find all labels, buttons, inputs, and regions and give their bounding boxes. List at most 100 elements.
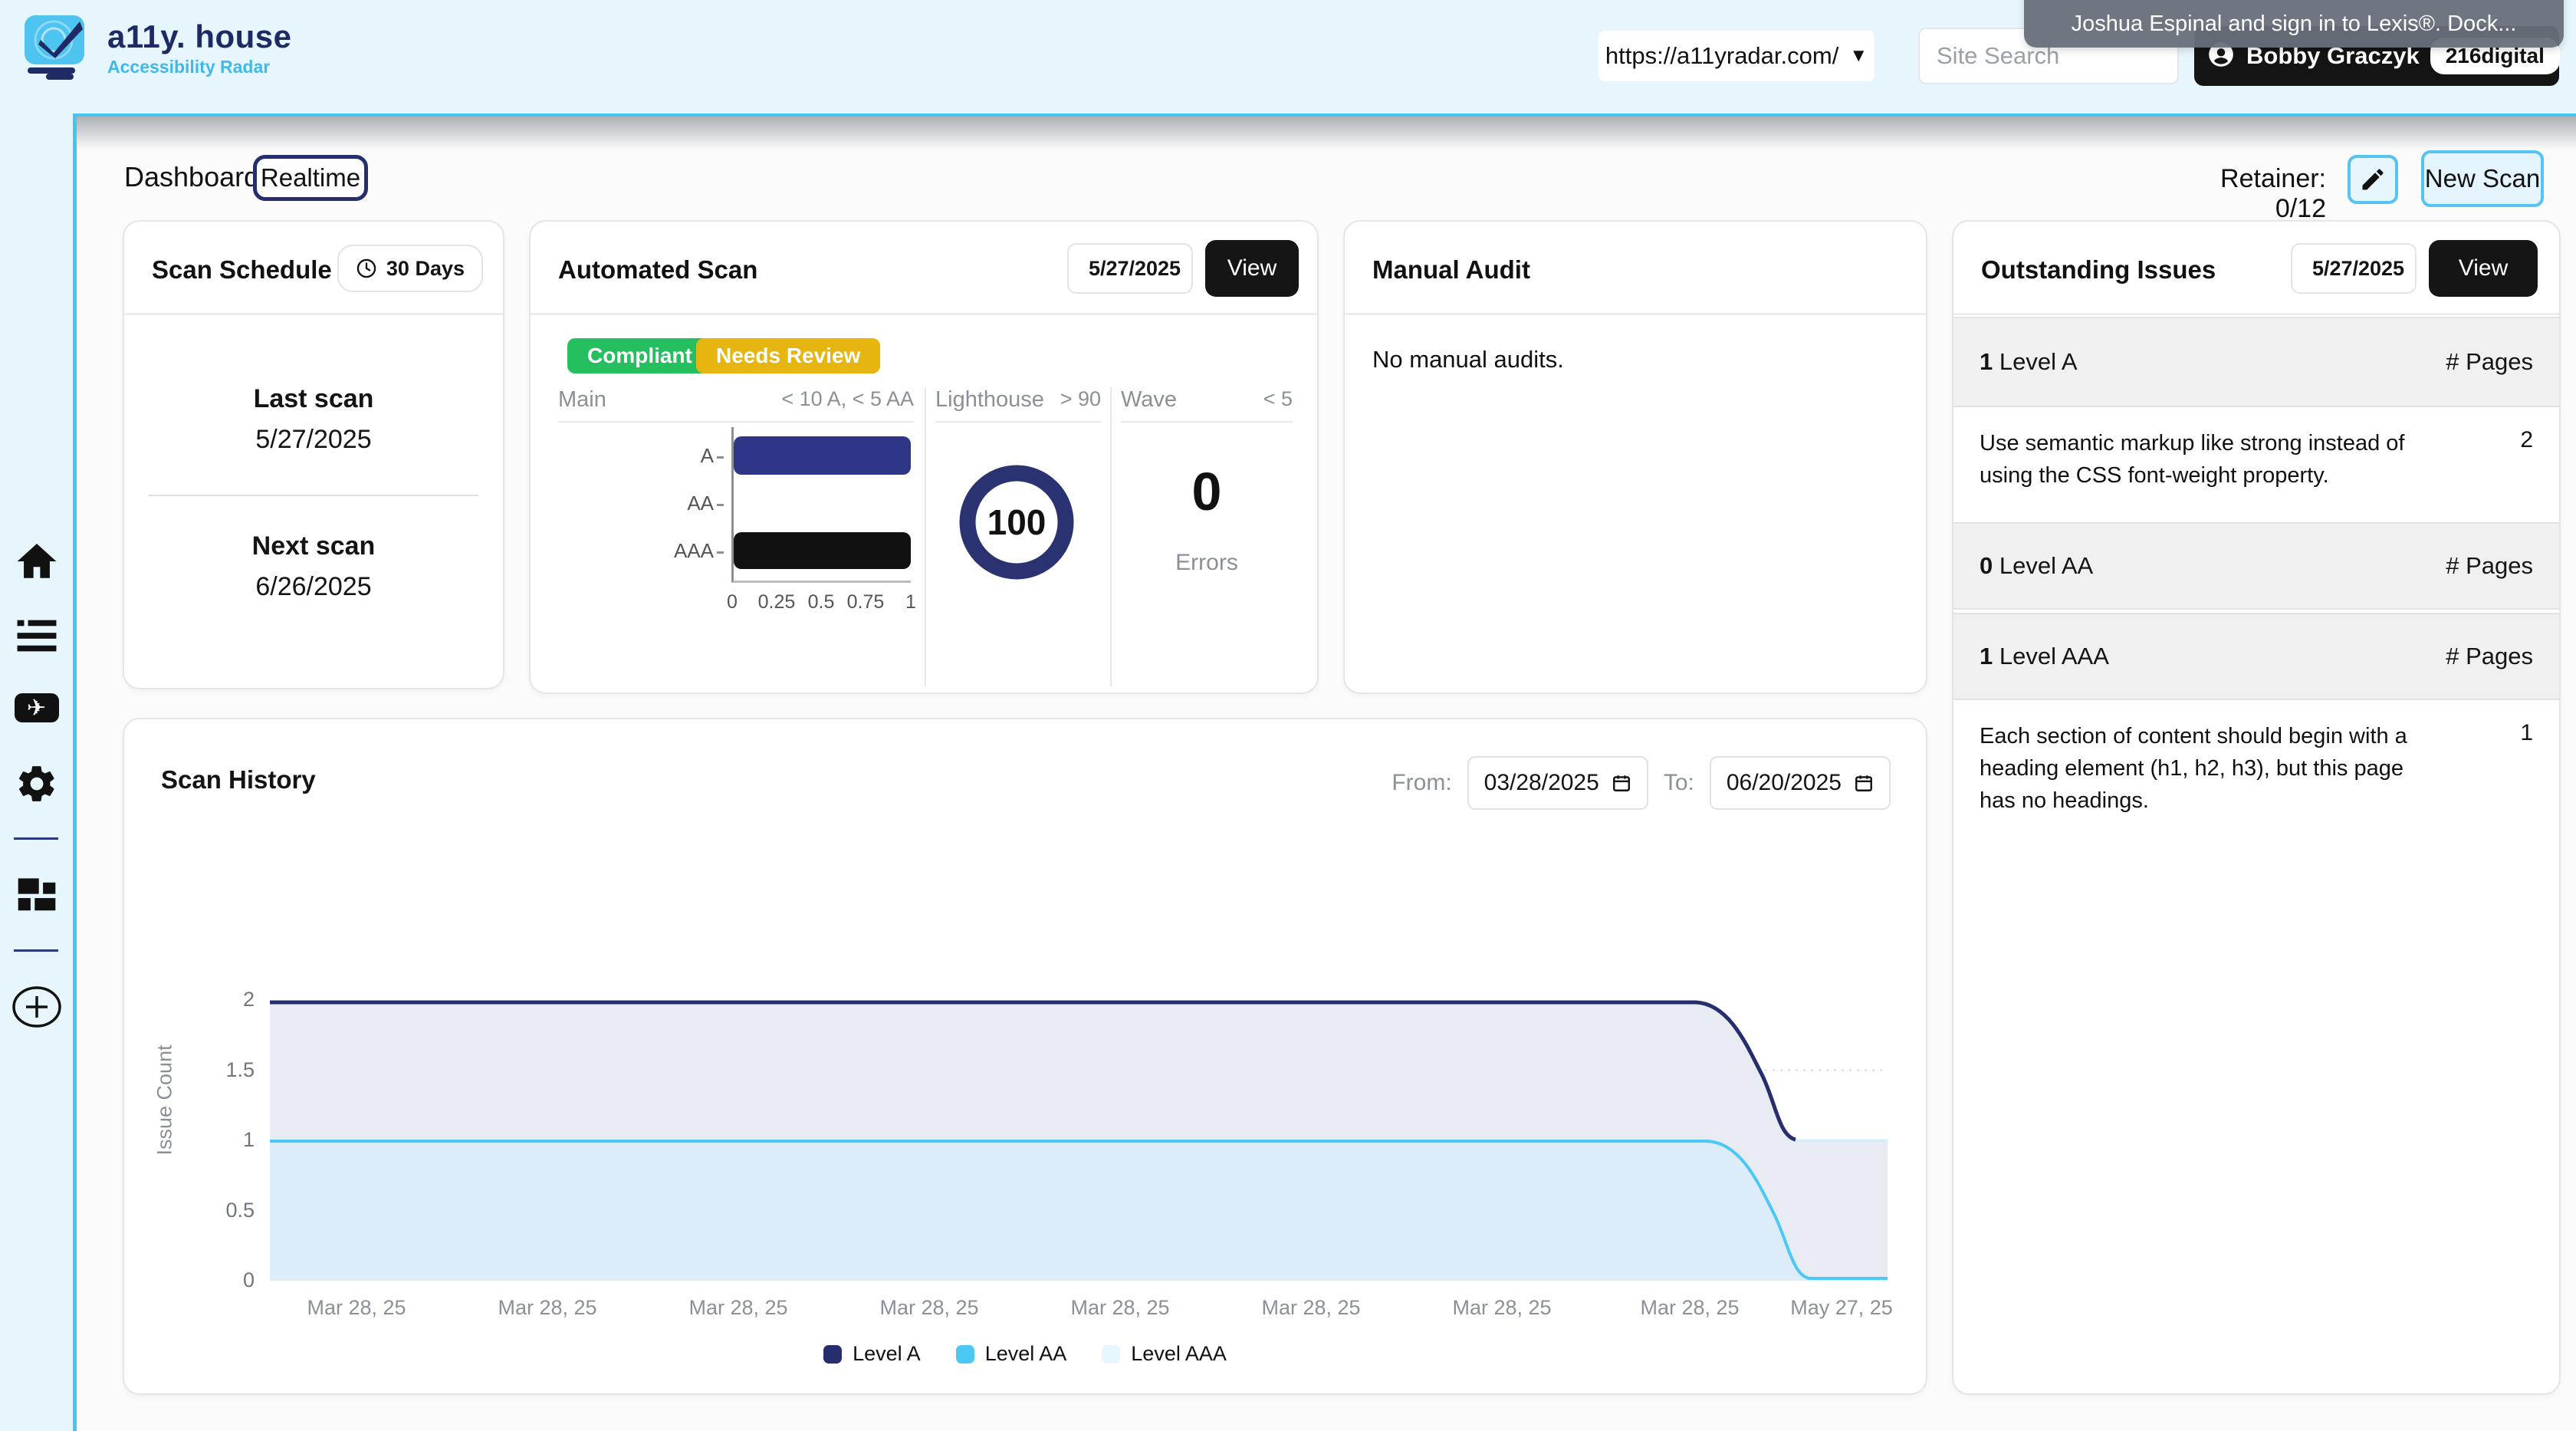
outstanding-date-chip[interactable]: 5/27/2025: [2291, 243, 2417, 294]
x-tick: Mar 28, 25: [288, 1296, 426, 1320]
next-scan-label: Next scan: [124, 531, 503, 561]
manual-audit-card: Manual Audit No manual audits.: [1343, 220, 1927, 694]
ticket-plane-icon[interactable]: ✈: [0, 693, 73, 722]
sidebar: ✈: [0, 113, 77, 1431]
to-date-input[interactable]: 06/20/2025: [1710, 756, 1891, 810]
x-tick: Mar 28, 25: [1433, 1296, 1571, 1320]
home-icon[interactable]: [0, 539, 73, 584]
automated-scan-date-chip[interactable]: 5/27/2025: [1067, 243, 1193, 294]
edit-retainer-button[interactable]: [2348, 155, 2398, 204]
legend-level-aa: Level AA: [956, 1342, 1067, 1366]
bar-xtick: 1: [884, 591, 938, 614]
logo-monitor-check-icon: [20, 11, 94, 85]
schedule-divider: [149, 495, 478, 496]
add-circle-icon[interactable]: [0, 985, 73, 1029]
scan-history-area-chart: [270, 1000, 1888, 1281]
schedule-frequency-badge: 30 Days: [337, 245, 483, 292]
calendar-icon: [1854, 773, 1874, 793]
panel-divider: [1110, 387, 1112, 686]
app-logo[interactable]: a11y. house Accessibility Radar: [20, 11, 292, 85]
notification-toast: Joshua Espinal and sign in to Lexis®. Do…: [2024, 0, 2564, 48]
wave-error-count: 0: [1121, 461, 1293, 522]
x-tick: Mar 28, 25: [1621, 1296, 1759, 1320]
automated-scan-card: Automated Scan 5/27/2025 View Compliant …: [529, 220, 1319, 694]
x-tick: Mar 28, 25: [1051, 1296, 1189, 1320]
lighthouse-subheader: Lighthouse > 90: [935, 387, 1101, 423]
pages-header: # Pages: [2446, 643, 2533, 670]
last-scan-label: Last scan: [124, 384, 503, 414]
calendar-icon: [1612, 773, 1631, 793]
pencil-icon: [2359, 166, 2387, 193]
issue-row[interactable]: Each section of content should begin wit…: [1953, 720, 2559, 817]
bar-category-aaa: AAA: [665, 539, 724, 563]
wave-target: < 5: [1263, 387, 1293, 411]
main-bar-chart: [731, 427, 911, 583]
clock-icon: [356, 258, 377, 279]
x-tick: Mar 28, 25: [1242, 1296, 1380, 1320]
wave-subheader: Wave < 5: [1121, 387, 1293, 423]
sidebar-divider: [14, 837, 58, 840]
main-subheader: Main < 10 A, < 5 AA: [558, 387, 914, 423]
issue-row[interactable]: Use semantic markup like strong instead …: [1953, 427, 2559, 492]
lighthouse-score: 100: [952, 458, 1081, 587]
outstanding-view-button[interactable]: View: [2429, 240, 2538, 297]
legend-swatch: [1102, 1345, 1120, 1364]
gear-icon[interactable]: [0, 762, 73, 805]
automated-scan-view-button[interactable]: View: [1205, 240, 1299, 297]
panel-divider: [925, 387, 926, 686]
legend-swatch: [823, 1345, 842, 1364]
main-target: < 10 A, < 5 AA: [781, 387, 914, 411]
sidebar-divider: [14, 949, 58, 952]
pages-header: # Pages: [2446, 552, 2533, 580]
list-icon[interactable]: [0, 617, 73, 655]
outstanding-issues-title: Outstanding Issues: [1981, 255, 2216, 285]
legend-level-a: Level A: [823, 1342, 921, 1366]
dropdown-caret-icon: ▼: [1849, 45, 1868, 67]
from-date-input[interactable]: 03/28/2025: [1467, 756, 1648, 810]
scan-history-card: Scan History From: 03/28/2025 To: 06/20/…: [123, 718, 1927, 1395]
to-label: To:: [1664, 770, 1694, 796]
scan-schedule-card: Scan Schedule 30 Days Last scan 5/27/202…: [123, 220, 504, 689]
issue-page-count: 2: [2520, 427, 2533, 492]
y-axis-title: Issue Count: [153, 1102, 177, 1156]
top-bar: a11y. house Accessibility Radar https://…: [0, 0, 2576, 113]
legend-level-aaa: Level AAA: [1102, 1342, 1227, 1366]
from-label: From:: [1392, 770, 1451, 796]
wave-error-label: Errors: [1121, 550, 1293, 576]
x-tick: May 27, 25: [1773, 1296, 1911, 1320]
x-tick: Mar 28, 25: [860, 1296, 998, 1320]
needs-review-badge: Needs Review: [696, 338, 880, 373]
toast-text: Joshua Espinal and sign in to Lexis®. Do…: [2072, 12, 2517, 37]
lighthouse-target: > 90: [1060, 387, 1101, 411]
manual-audit-empty-text: No manual audits.: [1372, 346, 1564, 373]
compliant-badge: Compliant: [567, 338, 712, 373]
site-url-value: https://a11yradar.com/: [1605, 42, 1838, 70]
issue-group-level-aaa: 1 Level AAA # Pages: [1953, 613, 2559, 700]
page-title: Dashboard: [124, 161, 259, 193]
new-scan-button[interactable]: New Scan: [2421, 150, 2544, 207]
last-scan-date: 5/27/2025: [124, 425, 503, 455]
legend-swatch: [956, 1345, 974, 1364]
retainer-label: Retainer: 0/12: [2165, 164, 2326, 224]
manual-audit-title: Manual Audit: [1372, 255, 1530, 285]
bar-level-a: [734, 436, 911, 475]
logo-text: a11y. house Accessibility Radar: [107, 18, 292, 77]
next-scan-date: 6/26/2025: [124, 572, 503, 602]
y-tick: 0: [201, 1268, 255, 1292]
realtime-button[interactable]: Realtime: [253, 155, 368, 201]
bar-category-a: A: [665, 444, 724, 468]
y-tick: 1.5: [201, 1058, 255, 1082]
dashboard-grid-icon[interactable]: [0, 874, 73, 916]
issue-group-level-a: 1 Level A # Pages: [1953, 317, 2559, 407]
pages-header: # Pages: [2446, 348, 2533, 376]
site-url-dropdown[interactable]: https://a11yradar.com/ ▼: [1598, 31, 1875, 81]
outstanding-issues-card: Outstanding Issues 5/27/2025 View 1 Leve…: [1952, 220, 2561, 1395]
bar-level-aaa: [734, 532, 911, 569]
scan-schedule-title: Scan Schedule: [152, 255, 332, 285]
bar-category-aa: AA: [665, 492, 724, 515]
main-content: Dashboard Realtime Retainer: 0/12 New Sc…: [77, 113, 2576, 1431]
automated-scan-title: Automated Scan: [558, 255, 757, 285]
logo-subtitle: Accessibility Radar: [107, 57, 292, 77]
chart-legend: Level A Level AA Level AAA: [124, 1342, 1926, 1366]
y-tick: 2: [201, 988, 255, 1012]
